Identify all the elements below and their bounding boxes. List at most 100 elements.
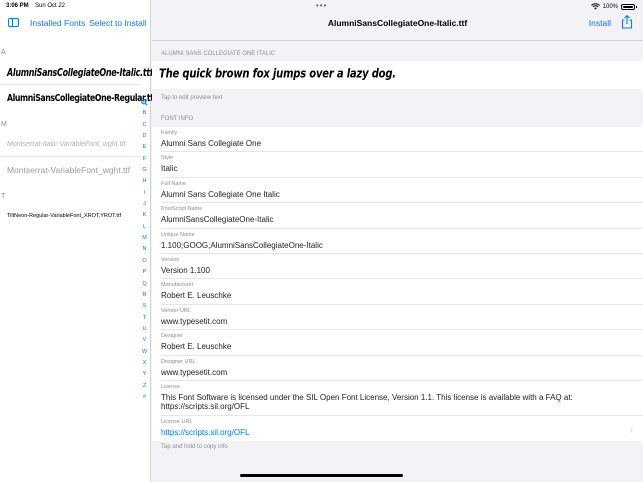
info-label: PostScript Name (161, 206, 203, 213)
info-row-postscript-name[interactable]: PostScript Name AlumniSansCollegiateOne-I… (161, 203, 643, 229)
index-letter[interactable]: A (140, 97, 149, 108)
info-label: Designer (161, 333, 184, 340)
info-value: Robert E. Leuschke (161, 291, 232, 301)
index-letter[interactable]: Q (140, 279, 149, 290)
font-item-label: Montserrat-Italic-VariableFont_wght.ttf (7, 141, 126, 148)
font-info-label: FONT INFO (161, 116, 194, 122)
wifi-icon (590, 3, 600, 10)
index-letter[interactable]: C (140, 120, 149, 131)
home-indicator[interactable] (240, 474, 403, 477)
index-letter[interactable]: G (140, 165, 149, 176)
font-item-alumni-regular[interactable]: AlumniSansCollegiateOne-Regular.ttf (0, 85, 157, 110)
font-item-alumni-italic[interactable]: AlumniSansCollegiateOne-Italic.ttf (0, 60, 153, 85)
index-letter[interactable]: W (140, 347, 149, 358)
info-row-version[interactable]: Version Version 1.100 (161, 254, 643, 280)
info-row-style[interactable]: Style Italic (161, 152, 643, 178)
info-value: www.typesetit.com (161, 367, 228, 377)
index-letter[interactable]: M (140, 233, 149, 244)
index-letter[interactable]: O (140, 256, 149, 267)
battery-level (623, 5, 633, 8)
index-letter[interactable]: Y (140, 369, 149, 380)
info-value: Alumni Sans Collegiate One (161, 139, 262, 148)
license-url-link[interactable]: https://scripts.sil.org/OFL (161, 428, 249, 437)
font-item-label: Montserrat-VariableFont_wght.ttf (7, 165, 131, 175)
info-row-designer[interactable]: Designer Robert E. Leuschke (161, 330, 643, 356)
copy-hint: Tap and hold to copy info (161, 444, 228, 450)
font-item-label: AlumniSansCollegiateOne-Regular.ttf (7, 91, 157, 104)
index-letter[interactable]: P (140, 267, 149, 278)
page-title: AlumniSansCollegiateOne-Italic.ttf (327, 18, 468, 28)
info-value: This Font Software is licensed under the… (161, 392, 573, 412)
info-row-license[interactable]: License This Font Software is licensed un… (161, 381, 643, 416)
index-letter[interactable]: N (140, 244, 149, 255)
font-info-list: Family Alumni Sans Collegiate One Style Ita… (152, 127, 643, 442)
index-letter[interactable]: F (140, 154, 149, 165)
info-row-license-url[interactable]: License URL https://scripts.sil.org/OFL › (161, 416, 643, 441)
info-row-family[interactable]: Family Alumni Sans Collegiate One (161, 127, 643, 153)
index-letter[interactable]: B (140, 108, 149, 119)
info-label: Designer URL (161, 358, 196, 365)
info-value: AlumniSansCollegiateOne-Italic (161, 215, 274, 225)
section-header-a: A (1, 49, 6, 56)
info-value: 1.100;GOOG;AlumniSansCollegiateOne-Itali… (161, 240, 323, 250)
font-item-montserrat-italic[interactable]: Montserrat-Italic-VariableFont_wght.ttf (0, 132, 140, 157)
sidebar-toolbar: Installed Fonts Select to Install (0, 15, 151, 33)
index-letter[interactable]: V (140, 335, 149, 346)
index-letter[interactable]: K (140, 210, 149, 221)
index-letter[interactable]: T (140, 313, 149, 324)
info-value: Italic (161, 164, 178, 174)
sidebar-toggle-icon[interactable] (8, 18, 19, 27)
preview-box[interactable]: The quick brown fox jumps over a lazy do… (152, 61, 643, 89)
share-icon[interactable] (621, 15, 633, 29)
preview-hint: Tap to edit preview text (161, 95, 223, 101)
info-row-designer-url[interactable]: Designer URL www.typesetit.com (161, 356, 643, 381)
info-label: Family (161, 130, 178, 136)
index-letter[interactable]: I (140, 188, 149, 199)
info-row-unique-name[interactable]: Unique Name 1.100;GOOG;AlumniSansCollegia… (161, 229, 643, 254)
index-letter[interactable]: D (140, 131, 149, 142)
info-label: Vendor URL (161, 307, 191, 314)
index-letter[interactable]: H (140, 176, 149, 187)
sidebar: Installed Fonts Select to Install A Alum… (0, 0, 157, 482)
index-letter[interactable]: Z (140, 381, 149, 392)
info-label: License URL (161, 418, 193, 425)
status-date: Sun Oct 22 (35, 3, 66, 9)
info-label: Manufacturer (161, 282, 194, 289)
preview-text[interactable]: The quick brown fox jumps over a lazy do… (159, 68, 396, 81)
index-letter[interactable]: R (140, 290, 149, 301)
section-header-t: T (1, 193, 6, 200)
detail-pane: AlumniSansCollegiateOne-Italic.ttf Insta… (152, 0, 643, 482)
info-value: www.typesetit.com (161, 316, 228, 326)
status-indicators: 100% (590, 3, 637, 10)
info-label: Full Name (161, 180, 187, 187)
info-row-manufacturer[interactable]: Manufacturer Robert E. Leuschke (161, 279, 643, 305)
info-value: Alumni Sans Collegiate One Italic (161, 189, 280, 199)
index-letter[interactable]: S (140, 301, 149, 312)
index-letter[interactable]: L (140, 222, 149, 233)
info-row-full-name[interactable]: Full Name Alumni Sans Collegiate One Ital… (161, 178, 643, 204)
section-header-m: M (1, 121, 7, 128)
info-label: Style (161, 155, 174, 162)
font-item-label: AlumniSansCollegiateOne-Italic.ttf (7, 66, 154, 79)
info-value: Robert E. Leuschke (161, 342, 232, 352)
multitasking-dots[interactable]: ••• (316, 1, 327, 10)
index-letter[interactable]: U (140, 324, 149, 335)
status-bar: 3:06 PM Sun Oct 22 ••• 100% (0, 0, 643, 12)
info-value: Version 1.100 (161, 265, 210, 275)
preview-section-label: ALUMNI SANS COLLEGIATE ONE ITALIC (161, 51, 276, 57)
section-index-bar[interactable]: A B C D E F G H I J K L M N O P Q R S T U V W X Y Z # (140, 97, 149, 403)
index-letter[interactable]: X (140, 358, 149, 369)
select-to-install-button[interactable]: Select to Install (89, 18, 147, 28)
chevron-right-icon: › (630, 424, 633, 435)
font-item-label: TiltNeon-Regular-VariableFont_XROT,YROT.… (7, 213, 122, 219)
info-row-vendor-url[interactable]: Vendor URL www.typesetit.com (161, 305, 643, 331)
install-button[interactable]: Install (589, 18, 611, 28)
index-letter[interactable]: # (140, 392, 149, 403)
index-letter[interactable]: E (140, 142, 149, 153)
index-letter[interactable]: J (140, 199, 149, 210)
status-time: 3:06 PM (6, 3, 29, 9)
font-item-montserrat-regular[interactable]: Montserrat-VariableFont_wght.ttf (0, 157, 140, 182)
font-item-tiltneon[interactable]: TiltNeon-Regular-VariableFont_XROT,YROT.… (0, 204, 140, 229)
installed-fonts-button[interactable]: Installed Fonts (30, 18, 85, 28)
nav-divider (152, 40, 643, 41)
